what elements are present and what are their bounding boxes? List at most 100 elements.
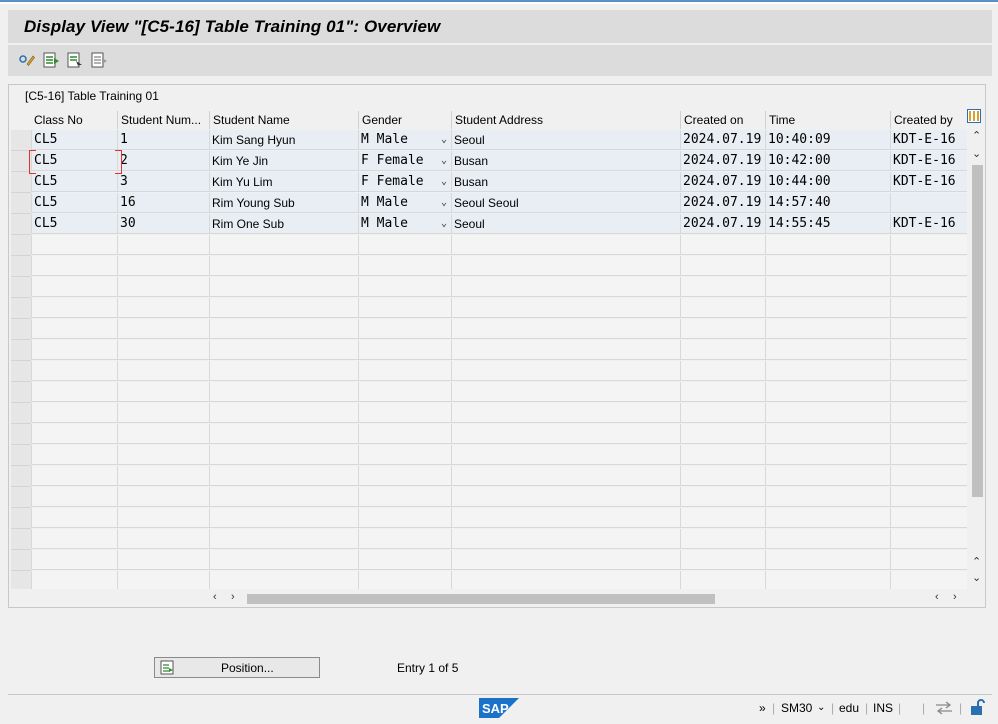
status-tcode[interactable]: SM30 [781,701,812,715]
row-selector[interactable] [11,403,31,424]
empty-cell[interactable] [765,361,890,381]
empty-cell[interactable] [209,319,358,339]
empty-cell[interactable] [209,550,358,570]
row-selector[interactable] [11,130,31,151]
col-header-class-no[interactable]: Class No [31,111,117,129]
empty-cell[interactable] [451,508,680,528]
empty-cell[interactable] [358,340,451,360]
cell-created-by[interactable]: KDT-E-16 [890,214,967,234]
empty-cell[interactable] [890,529,967,549]
empty-cell[interactable] [890,445,967,465]
empty-cell[interactable] [680,277,765,297]
empty-cell[interactable] [209,487,358,507]
table-row[interactable]: CL5 3 Kim Yu Lim F Female ⌄ Busan 2024.07… [11,172,967,193]
scroll-far-left-icon[interactable]: ‹ [935,591,939,603]
position-button[interactable]: Position... [154,657,320,678]
empty-cell[interactable] [890,277,967,297]
empty-cell[interactable] [117,550,209,570]
cell-student-name[interactable]: Rim Young Sub [209,193,358,213]
empty-table-row[interactable] [11,508,967,529]
empty-cell[interactable] [765,508,890,528]
empty-cell[interactable] [358,487,451,507]
empty-cell[interactable] [680,256,765,276]
empty-cell[interactable] [765,445,890,465]
cell-student-address[interactable]: Busan [451,151,680,171]
cell-class-no[interactable]: CL5 [31,193,117,213]
empty-cell[interactable] [451,319,680,339]
empty-cell[interactable] [31,445,117,465]
empty-cell[interactable] [117,424,209,444]
empty-cell[interactable] [209,424,358,444]
empty-cell[interactable] [117,445,209,465]
empty-cell[interactable] [358,319,451,339]
empty-table-row[interactable] [11,256,967,277]
row-selector[interactable] [11,256,31,277]
empty-cell[interactable] [358,445,451,465]
row-selector[interactable] [11,424,31,445]
empty-cell[interactable] [31,403,117,423]
empty-cell[interactable] [117,529,209,549]
scroll-left-icon[interactable]: ‹ [213,591,217,603]
empty-cell[interactable] [358,235,451,255]
col-header-time[interactable]: Time [765,111,890,129]
status-mode[interactable]: INS [873,701,893,715]
col-header-student-name[interactable]: Student Name [209,111,358,129]
cell-class-no[interactable]: CL5 [31,130,117,150]
cell-student-address[interactable]: Seoul Seoul [451,193,680,213]
empty-cell[interactable] [31,235,117,255]
row-selector[interactable] [11,382,31,403]
empty-cell[interactable] [117,340,209,360]
empty-cell[interactable] [451,424,680,444]
cell-created-on[interactable]: 2024.07.19 [680,172,765,192]
empty-cell[interactable] [451,550,680,570]
empty-cell[interactable] [765,319,890,339]
empty-cell[interactable] [451,340,680,360]
empty-cell[interactable] [890,403,967,423]
cell-student-num[interactable]: 3 [117,172,209,192]
empty-cell[interactable] [451,382,680,402]
empty-cell[interactable] [451,403,680,423]
empty-cell[interactable] [451,361,680,381]
empty-cell[interactable] [31,487,117,507]
row-selector[interactable] [11,340,31,361]
empty-cell[interactable] [31,571,117,589]
row-selector[interactable] [11,466,31,487]
empty-cell[interactable] [117,298,209,318]
empty-cell[interactable] [31,508,117,528]
scroll-right-icon[interactable]: › [231,591,235,603]
empty-cell[interactable] [890,487,967,507]
empty-cell[interactable] [765,382,890,402]
connection-icon[interactable] [935,701,953,718]
empty-cell[interactable] [209,403,358,423]
empty-cell[interactable] [209,571,358,589]
cell-time[interactable]: 10:44:00 [765,172,890,192]
col-header-student-address[interactable]: Student Address [451,111,680,129]
scroll-down-icon[interactable]: ⌄ [972,147,981,160]
empty-cell[interactable] [209,529,358,549]
cell-gender[interactable]: F Female ⌄ [358,151,451,171]
empty-cell[interactable] [358,508,451,528]
cell-student-name[interactable]: Kim Sang Hyun [209,130,358,150]
chevron-down-icon[interactable]: ⌄ [817,702,825,713]
empty-cell[interactable] [209,256,358,276]
empty-cell[interactable] [209,277,358,297]
select-block-icon[interactable] [66,51,84,69]
cell-gender[interactable]: M Male ⌄ [358,130,451,150]
empty-cell[interactable] [358,466,451,486]
empty-cell[interactable] [680,319,765,339]
row-selector[interactable] [11,508,31,529]
empty-cell[interactable] [680,508,765,528]
row-selector[interactable] [11,487,31,508]
empty-cell[interactable] [451,256,680,276]
empty-cell[interactable] [358,550,451,570]
empty-cell[interactable] [117,403,209,423]
empty-table-row[interactable] [11,403,967,424]
empty-cell[interactable] [680,550,765,570]
horizontal-scrollbar[interactable]: ‹ › ‹ › [209,590,969,606]
empty-cell[interactable] [680,298,765,318]
row-selector[interactable] [11,319,31,340]
empty-cell[interactable] [358,361,451,381]
empty-cell[interactable] [31,340,117,360]
empty-cell[interactable] [209,361,358,381]
empty-cell[interactable] [31,466,117,486]
